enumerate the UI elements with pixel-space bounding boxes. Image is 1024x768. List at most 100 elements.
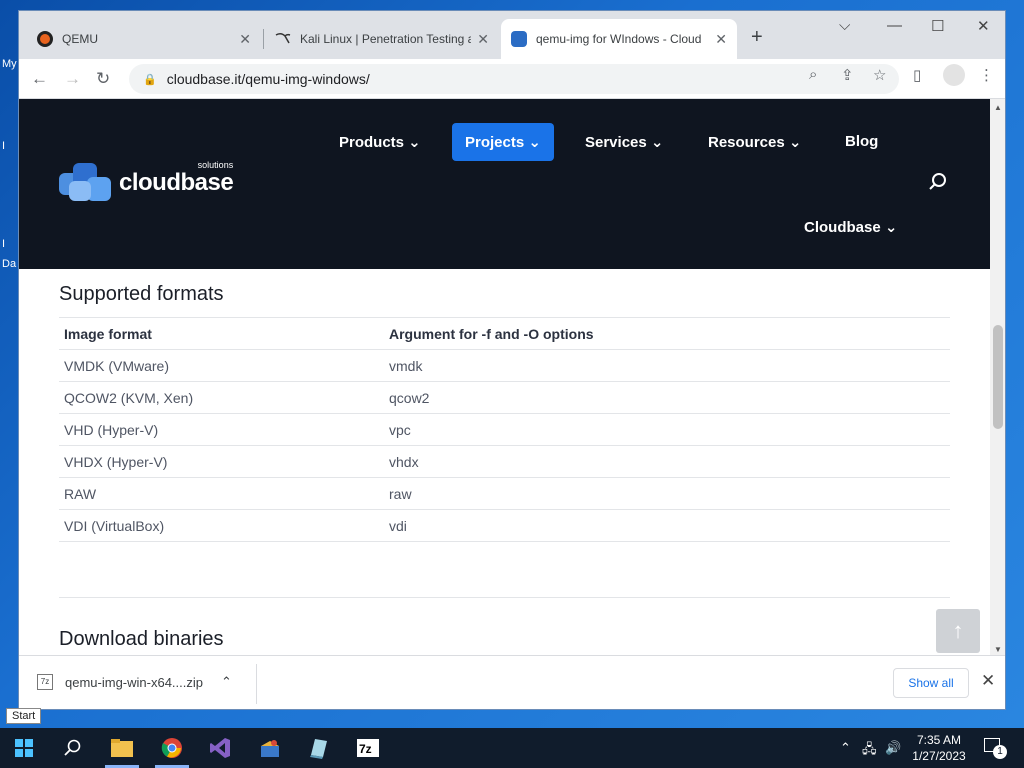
tab-close-icon[interactable]: ✕ — [477, 31, 489, 48]
divider — [256, 664, 257, 704]
nav-services[interactable]: Services ⌄ — [585, 133, 663, 151]
show-hidden-icons-icon[interactable]: ⌃ — [840, 740, 851, 756]
browser-window: QEMU ✕ Kali Linux | Penetration Testing … — [18, 10, 1006, 710]
tab-title: QEMU — [62, 32, 98, 46]
scroll-down-arrow-icon[interactable]: ▼ — [994, 645, 1002, 654]
search-icon[interactable] — [60, 736, 84, 760]
format-name-cell: VHD (Hyper-V) — [59, 413, 384, 446]
installer-box-icon[interactable] — [258, 736, 282, 760]
new-tab-button[interactable]: + — [751, 26, 763, 49]
notifications-icon[interactable]: 1 — [984, 738, 1007, 759]
column-header: Image format — [59, 317, 384, 350]
lock-icon[interactable]: 🔒 — [143, 73, 157, 86]
nav-resources[interactable]: Resources ⌄ — [708, 133, 801, 151]
windows-start-icon[interactable] — [12, 736, 36, 760]
tab-strip: QEMU ✕ Kali Linux | Penetration Testing … — [19, 11, 1005, 59]
close-window-icon[interactable]: ✕ — [977, 17, 990, 35]
desktop-icon-label[interactable]: Da — [2, 258, 16, 270]
minimize-icon[interactable]: — — [887, 17, 902, 34]
table-row: VDI (VirtualBox) vdi — [59, 509, 950, 542]
chevron-up-icon[interactable]: ⌃ — [221, 674, 232, 690]
tab-close-icon[interactable]: ✕ — [715, 31, 727, 48]
logo-wordmark: cloudbase solutions — [119, 160, 234, 196]
desktop-icon-label[interactable]: I — [2, 238, 5, 250]
browser-toolbar: ← → ↻ 🔒 cloudbase.it/qemu-img-windows/ ⌕… — [19, 59, 1005, 99]
visual-studio-icon[interactable] — [208, 736, 232, 760]
bookmark-star-icon[interactable]: ☆ — [873, 66, 886, 84]
table-row: RAW raw — [59, 477, 950, 510]
back-to-top-button[interactable]: ↑ — [936, 609, 980, 653]
profile-avatar-icon[interactable] — [943, 64, 965, 86]
back-arrow-icon[interactable]: ← — [31, 69, 48, 89]
format-name-cell: VHDX (Hyper-V) — [59, 445, 384, 478]
tab-qemu-img[interactable]: qemu-img for WIndows - Cloud ✕ — [501, 19, 737, 59]
svg-text:7z: 7z — [359, 742, 372, 756]
start-tooltip: Start — [6, 708, 42, 724]
side-panel-icon[interactable]: ▯ — [913, 66, 921, 84]
clock-time: 7:35 AM — [916, 733, 962, 747]
download-item[interactable]: 7z qemu-img-win-x64....zip ⌃ — [37, 674, 232, 690]
share-icon[interactable]: ⇪ — [841, 66, 854, 84]
table-row: VHD (Hyper-V) vpc — [59, 413, 950, 446]
clock-date: 1/27/2023 — [912, 749, 966, 763]
tab-search-chevron-icon[interactable]: ⌵ — [839, 17, 850, 34]
system-clock[interactable]: 7:35 AM 1/27/2023 — [906, 732, 972, 764]
arrow-up-icon: ↑ — [952, 618, 964, 643]
table-row: VHDX (Hyper-V) vhdx — [59, 445, 950, 478]
taskbar: 7z ⌃ 🖧 🔊 7:35 AM 1/27/2023 1 — [0, 728, 1024, 768]
forward-arrow-icon[interactable]: → — [64, 69, 81, 89]
desktop-icon-label[interactable]: I — [2, 140, 5, 152]
table-row: VMDK (VMware) vmdk — [59, 349, 950, 382]
search-icon[interactable] — [929, 173, 947, 191]
tab-qemu[interactable]: QEMU ✕ — [27, 19, 261, 59]
format-arg-cell: vhdx — [384, 445, 950, 478]
page-scrollbar[interactable]: ▲ ▼ — [990, 99, 1005, 655]
table-row: QCOW2 (KVM, Xen) qcow2 — [59, 381, 950, 414]
7zip-icon[interactable]: 7z — [356, 736, 380, 760]
volume-icon[interactable]: 🔊 — [885, 740, 901, 756]
cloudbase-logo-icon — [59, 163, 113, 203]
zoom-search-icon[interactable]: ⌕ — [809, 66, 817, 83]
scroll-up-arrow-icon[interactable]: ▲ — [994, 103, 1002, 112]
cloudbase-logo[interactable]: cloudbase solutions — [59, 160, 234, 203]
download-binaries-heading: Download binaries — [59, 628, 224, 650]
desktop-icon-label[interactable]: My — [2, 58, 17, 70]
maximize-icon[interactable]: ☐ — [931, 17, 944, 35]
notebook-app-icon[interactable] — [306, 736, 330, 760]
format-arg-cell: vdi — [384, 509, 950, 542]
reload-icon[interactable]: ↻ — [96, 69, 110, 89]
chrome-icon[interactable] — [160, 736, 184, 760]
tab-close-icon[interactable]: ✕ — [239, 31, 251, 48]
scroll-thumb[interactable] — [993, 325, 1003, 429]
nav-projects[interactable]: Projects ⌄ — [452, 123, 554, 161]
format-arg-cell: raw — [384, 477, 950, 510]
supported-formats-heading: Supported formats — [59, 283, 224, 305]
tab-kali[interactable]: Kali Linux | Penetration Testing an ✕ — [265, 19, 499, 59]
tab-title: qemu-img for WIndows - Cloud — [536, 32, 702, 46]
nav-cloudbase[interactable]: Cloudbase ⌄ — [804, 218, 897, 236]
format-arg-cell: qcow2 — [384, 381, 950, 414]
address-bar[interactable]: 🔒 cloudbase.it/qemu-img-windows/ — [129, 64, 899, 94]
nav-products[interactable]: Products ⌄ — [339, 133, 421, 151]
format-name-cell: VDI (VirtualBox) — [59, 509, 384, 542]
qemu-favicon-icon — [37, 31, 53, 47]
zip-file-icon: 7z — [37, 674, 53, 690]
format-arg-cell: vmdk — [384, 349, 950, 382]
menu-kebab-icon[interactable]: ⋮ — [979, 66, 994, 84]
nav-blog[interactable]: Blog — [845, 133, 878, 150]
format-arg-cell: vpc — [384, 413, 950, 446]
web-page: cloudbase solutions Products ⌄ Projects … — [19, 99, 990, 655]
kali-dragon-icon — [275, 31, 291, 47]
section-divider — [59, 597, 950, 598]
downloads-bar: 7z qemu-img-win-x64....zip ⌃ Show all ✕ — [19, 655, 1005, 709]
file-explorer-icon[interactable] — [110, 736, 134, 760]
close-downloads-icon[interactable]: ✕ — [981, 671, 995, 691]
column-header: Argument for -f and -O options — [384, 317, 950, 350]
download-filename: qemu-img-win-x64....zip — [65, 674, 203, 690]
format-name-cell: QCOW2 (KVM, Xen) — [59, 381, 384, 414]
format-name-cell: RAW — [59, 477, 384, 510]
network-icon[interactable]: 🖧 — [862, 740, 877, 762]
show-all-button[interactable]: Show all — [893, 668, 969, 698]
format-name-cell: VMDK (VMware) — [59, 349, 384, 382]
site-header: cloudbase solutions Products ⌄ Projects … — [19, 99, 990, 269]
